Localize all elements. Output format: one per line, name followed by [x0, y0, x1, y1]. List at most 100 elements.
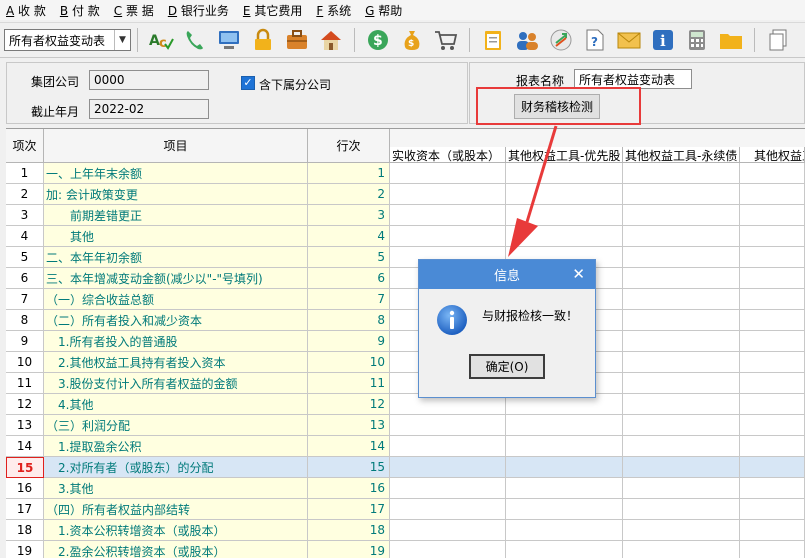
header-col-perpetual[interactable]: 其他权益工具-永续债: [623, 147, 740, 163]
table-row[interactable]: 11 3.股份支付计入所有者权益的金额 11: [6, 373, 805, 394]
row-value-cell[interactable]: [390, 478, 506, 499]
row-value-cell[interactable]: [623, 247, 740, 268]
row-value-cell[interactable]: [390, 457, 506, 478]
row-number[interactable]: 5: [6, 247, 44, 268]
row-value-cell[interactable]: [623, 331, 740, 352]
row-value-cell[interactable]: [390, 163, 506, 184]
row-number[interactable]: 7: [6, 289, 44, 310]
row-value-cell[interactable]: [623, 205, 740, 226]
calculator-icon[interactable]: [683, 26, 711, 54]
row-value-cell[interactable]: [506, 415, 623, 436]
row-value-cell[interactable]: [390, 226, 506, 247]
table-row[interactable]: 7 （一）综合收益总额 7: [6, 289, 805, 310]
row-value-cell[interactable]: [390, 436, 506, 457]
row-value-cell[interactable]: [506, 205, 623, 226]
period-field[interactable]: 2022-02: [89, 99, 209, 119]
row-value-cell[interactable]: [623, 394, 740, 415]
exchange-icon[interactable]: [547, 26, 575, 54]
row-number[interactable]: 2: [6, 184, 44, 205]
row-value-cell[interactable]: [740, 226, 805, 247]
header-line[interactable]: 行次: [308, 129, 390, 163]
row-value-cell[interactable]: [390, 184, 506, 205]
table-row[interactable]: 16 3.其他 16: [6, 478, 805, 499]
users-icon[interactable]: [513, 26, 541, 54]
table-row[interactable]: 1 一、上年年末余额 1: [6, 163, 805, 184]
row-value-cell[interactable]: [623, 541, 740, 558]
table-row[interactable]: 18 1.资本公积转增资本（或股本） 18: [6, 520, 805, 541]
row-number[interactable]: 3: [6, 205, 44, 226]
help-doc-icon[interactable]: ?: [581, 26, 609, 54]
row-value-cell[interactable]: [623, 163, 740, 184]
row-value-cell[interactable]: [740, 310, 805, 331]
row-value-cell[interactable]: [623, 310, 740, 331]
row-number[interactable]: 16: [6, 478, 44, 499]
row-number[interactable]: 15: [6, 457, 44, 478]
menu-help[interactable]: G 帮助: [365, 2, 402, 19]
table-row[interactable]: 15 2.对所有者（或股东）的分配 15: [6, 457, 805, 478]
row-value-cell[interactable]: [740, 205, 805, 226]
row-value-cell[interactable]: [740, 415, 805, 436]
header-col-capital[interactable]: 实收资本（或股本）: [390, 147, 506, 163]
report-select[interactable]: 所有者权益变动表 ▼: [4, 29, 131, 51]
row-value-cell[interactable]: [623, 373, 740, 394]
row-value-cell[interactable]: [506, 163, 623, 184]
spellcheck-icon[interactable]: Ac: [147, 26, 175, 54]
row-number[interactable]: 18: [6, 520, 44, 541]
row-value-cell[interactable]: [740, 247, 805, 268]
row-number[interactable]: 8: [6, 310, 44, 331]
header-col-other[interactable]: 其他权益工具: [740, 147, 805, 163]
row-number[interactable]: 4: [6, 226, 44, 247]
table-row[interactable]: 10 2.其他权益工具持有者投入资本 10: [6, 352, 805, 373]
table-row[interactable]: 4 其他 4: [6, 226, 805, 247]
ok-button[interactable]: 确定(O): [469, 354, 545, 379]
table-row[interactable]: 8 （二）所有者投入和减少资本 8: [6, 310, 805, 331]
chevron-down-icon[interactable]: ▼: [114, 30, 130, 50]
table-row[interactable]: 13 （三）利润分配 13: [6, 415, 805, 436]
row-value-cell[interactable]: [740, 163, 805, 184]
menu-system[interactable]: F 系统: [316, 2, 351, 19]
table-row[interactable]: 3 前期差错更正 3: [6, 205, 805, 226]
cart-icon[interactable]: [432, 26, 460, 54]
clipboard-icon[interactable]: [479, 26, 507, 54]
row-value-cell[interactable]: [623, 352, 740, 373]
row-value-cell[interactable]: [740, 520, 805, 541]
row-value-cell[interactable]: [623, 184, 740, 205]
row-value-cell[interactable]: [506, 499, 623, 520]
row-number[interactable]: 14: [6, 436, 44, 457]
group-field[interactable]: 0000: [89, 70, 209, 90]
row-value-cell[interactable]: [740, 184, 805, 205]
table-row[interactable]: 12 4.其他 12: [6, 394, 805, 415]
row-number[interactable]: 13: [6, 415, 44, 436]
row-value-cell[interactable]: [740, 457, 805, 478]
row-number[interactable]: 6: [6, 268, 44, 289]
row-value-cell[interactable]: [390, 205, 506, 226]
row-value-cell[interactable]: [623, 499, 740, 520]
row-number[interactable]: 9: [6, 331, 44, 352]
row-value-cell[interactable]: [623, 436, 740, 457]
report-name-field[interactable]: 所有者权益变动表: [574, 69, 692, 89]
row-value-cell[interactable]: [623, 457, 740, 478]
row-value-cell[interactable]: [506, 184, 623, 205]
money-bag-icon[interactable]: $: [398, 26, 426, 54]
computer-icon[interactable]: [215, 26, 243, 54]
lock-icon[interactable]: [249, 26, 277, 54]
table-row[interactable]: 6 三、本年增减变动金额(减少以"-"号填列) 6: [6, 268, 805, 289]
menu-bank[interactable]: D 银行业务: [168, 2, 229, 19]
row-value-cell[interactable]: [740, 289, 805, 310]
row-value-cell[interactable]: [740, 499, 805, 520]
table-row[interactable]: 9 1.所有者投入的普通股 9: [6, 331, 805, 352]
menu-other-fees[interactable]: E 其它费用: [243, 2, 302, 19]
row-value-cell[interactable]: [623, 268, 740, 289]
row-number[interactable]: 10: [6, 352, 44, 373]
row-value-cell[interactable]: [390, 499, 506, 520]
close-icon[interactable]: ✕: [572, 265, 585, 283]
row-value-cell[interactable]: [390, 541, 506, 558]
row-value-cell[interactable]: [740, 352, 805, 373]
row-value-cell[interactable]: [623, 520, 740, 541]
menu-receipt[interactable]: A 收 款: [6, 2, 46, 19]
dollar-icon[interactable]: $: [364, 26, 392, 54]
folder-icon[interactable]: [717, 26, 745, 54]
row-value-cell[interactable]: [740, 331, 805, 352]
table-row[interactable]: 2 加: 会计政策变更 2: [6, 184, 805, 205]
row-number[interactable]: 19: [6, 541, 44, 558]
